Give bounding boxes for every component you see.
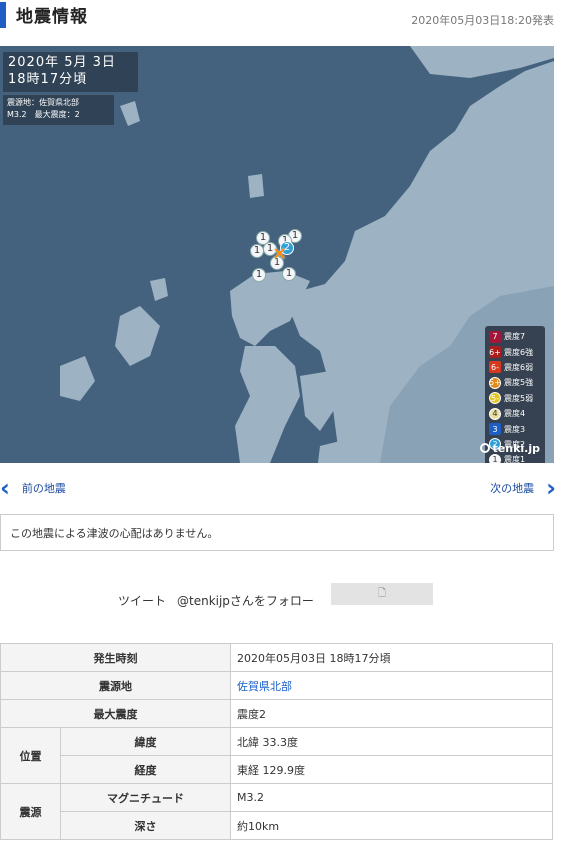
- row-header: マグニチュード: [60, 783, 231, 812]
- table-row: 震源 マグニチュード M3.2: [0, 783, 553, 840]
- social-button[interactable]: 🗋: [331, 583, 433, 605]
- tenki-brand-logo: tenki.jp: [479, 442, 540, 455]
- earthquake-details-table: 発生時刻 2020年05月03日 18時17分頃 震源地 佐賀県北部 最大震度 …: [0, 643, 553, 840]
- map-datetime-overlay: 2020年 5月 3日 18時17分頃: [3, 52, 138, 92]
- group-header: 位置: [0, 727, 61, 784]
- quake-navigation: ‹ 前の地震 次の地震 ›: [0, 474, 562, 502]
- legend-item: 6+ 震度6強: [489, 346, 534, 359]
- intensity-7-icon: 7: [489, 330, 501, 343]
- group-header: 震源: [0, 783, 61, 840]
- row-header: 緯度: [60, 727, 231, 756]
- row-header: 最大震度: [0, 699, 231, 728]
- table-row: 震源地 佐賀県北部: [0, 671, 553, 700]
- tweet-link[interactable]: ツイート: [118, 592, 166, 609]
- table-row: 発生時刻 2020年05月03日 18時17分頃: [0, 643, 553, 672]
- intensity-3-icon: 3: [489, 423, 501, 436]
- table-row: 最大震度 震度2: [0, 699, 553, 728]
- social-share-bar: ツイート @tenkijpさんをフォロー 🗋: [0, 583, 562, 609]
- max-intensity-value: 震度2: [230, 699, 553, 728]
- prev-earthquake-link[interactable]: ‹ 前の地震: [0, 476, 66, 500]
- row-header: 発生時刻: [0, 643, 231, 672]
- intensity-marker[interactable]: 1: [250, 244, 264, 258]
- depth-value: 約10km: [230, 811, 553, 840]
- tenki-logo-icon: [479, 443, 490, 453]
- legend-item: 4 震度4: [489, 406, 541, 421]
- intensity-5plus-icon: 5+: [489, 376, 501, 389]
- intensity-4-icon: 4: [489, 407, 501, 420]
- legend-item: 7 震度7: [489, 329, 541, 344]
- row-header: 震源地: [0, 671, 231, 700]
- epicenter-cell: 佐賀県北部: [230, 671, 553, 700]
- table-row: 位置 緯度 北緯 33.3度: [0, 727, 553, 784]
- table-row: 経度 東経 129.9度: [1, 755, 553, 784]
- occurrence-time-value: 2020年05月03日 18時17分頃: [230, 643, 553, 672]
- document-icon: 🗋: [377, 588, 387, 599]
- overlay-date: 2020年 5月 3日: [8, 55, 116, 70]
- page-title: 地震情報: [16, 7, 88, 27]
- intensity-marker[interactable]: 1: [252, 268, 266, 282]
- overlay-epicenter: 震源地：佐賀県北部: [7, 98, 79, 107]
- longitude-value: 東経 129.9度: [230, 755, 553, 784]
- intensity-6plus-icon: 6+: [489, 346, 501, 359]
- overlay-time: 18時17分頃: [8, 72, 88, 87]
- latitude-value: 北緯 33.3度: [230, 727, 553, 756]
- legend-item: 6- 震度6弱: [489, 361, 534, 374]
- intensity-6minus-icon: 6-: [489, 361, 501, 374]
- legend-item: 5- 震度5弱: [489, 392, 534, 405]
- overlay-magnitude: M3.2 最大震度：2: [7, 110, 80, 119]
- magnitude-value: M3.2: [230, 783, 553, 812]
- next-earthquake-label: 次の地震: [490, 482, 535, 495]
- legend-item: 3 震度3: [489, 421, 541, 436]
- intensity-1-icon: 1: [489, 453, 501, 463]
- published-timestamp: 2020年05月03日18:20発表: [411, 14, 554, 27]
- map-info-overlay: 震源地：佐賀県北部 M3.2 最大震度：2: [3, 95, 114, 125]
- intensity-5minus-icon: 5-: [489, 392, 501, 405]
- page-header: 地震情報 2020年05月03日18:20発表: [0, 0, 562, 30]
- follow-link[interactable]: @tenkijpさんをフォロー: [177, 592, 314, 609]
- row-header: 深さ: [60, 811, 231, 840]
- next-earthquake-link[interactable]: 次の地震 ›: [490, 476, 556, 500]
- title-accent-bar: [0, 2, 6, 28]
- epicenter-link[interactable]: 佐賀県北部: [237, 680, 292, 693]
- tsunami-notice: この地震による津波の心配はありません。: [0, 514, 554, 551]
- epicenter-icon[interactable]: ✕: [272, 246, 287, 264]
- prev-earthquake-label: 前の地震: [21, 482, 66, 495]
- row-header: 経度: [60, 755, 231, 784]
- legend-item: 5+ 震度5強: [489, 376, 534, 389]
- intensity-marker[interactable]: 1: [282, 267, 296, 281]
- chevron-right-icon: ›: [546, 474, 556, 502]
- chevron-left-icon: ‹: [0, 474, 10, 502]
- table-row: 深さ 約10km: [1, 811, 553, 840]
